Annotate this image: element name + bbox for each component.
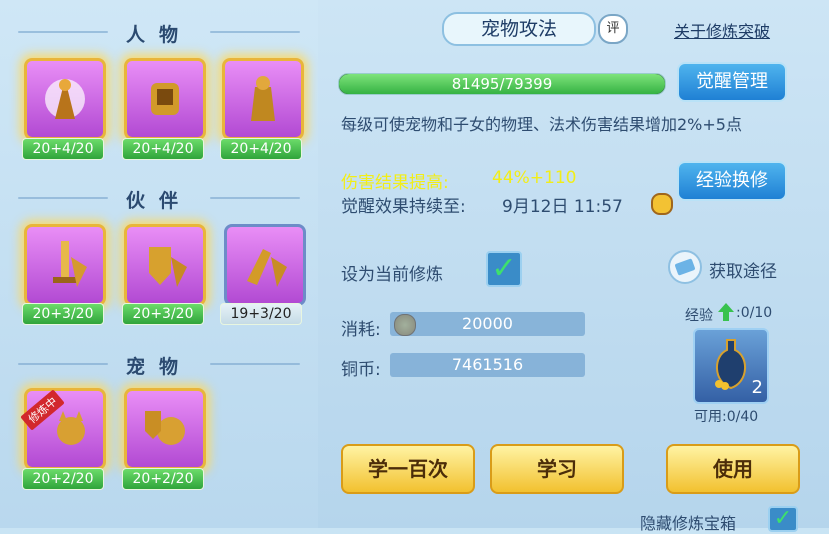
bonus-value: 44%+110 <box>492 168 577 188</box>
character-slot-2-level: 20+4/20 <box>122 138 204 160</box>
hide-box-label: 隐藏修炼宝箱 <box>640 514 737 533</box>
learn-button[interactable]: 学习 <box>490 444 624 494</box>
pet-cat-shield-icon <box>145 411 185 445</box>
character-slot-1[interactable] <box>24 58 106 140</box>
cost-value: 20000 <box>390 312 585 336</box>
pet-slot-1-level: 20+2/20 <box>22 468 104 490</box>
arrow-up-icon <box>718 303 734 321</box>
pet-slot-2-level: 20+2/20 <box>122 468 204 490</box>
rate-button[interactable]: 评 <box>598 14 628 44</box>
skill-title: 宠物攻法 <box>442 12 596 46</box>
hide-box-checkbox[interactable]: ✓ <box>768 506 798 532</box>
armor-warrior-icon <box>251 76 275 121</box>
section-title-character: 人物 <box>0 20 318 47</box>
awaken-manage-button[interactable]: 觉醒管理 <box>677 62 787 102</box>
item-usable: 可用:0/40 <box>694 409 759 425</box>
skill-description: 每级可使宠物和子女的物理、法术伤害结果增加2%+5点 <box>341 115 742 134</box>
sword-icon <box>53 241 87 287</box>
exp-progress-text: 81495/79399 <box>451 75 553 93</box>
partner-slot-1-level: 20+3/20 <box>22 303 104 325</box>
pet-slot-1[interactable]: 修炼中 <box>20 388 106 470</box>
section-title-pet: 宠物 <box>0 352 318 379</box>
cost-label: 消耗: <box>341 320 381 340</box>
breakthrough-link[interactable]: 关于修炼突破 <box>674 18 770 42</box>
duration-value: 9月12日 11:57 <box>502 197 623 217</box>
left-category-column: 人物 20+4/20 20+4/20 20+4/20 伙伴 20+3/20 20… <box>0 0 318 528</box>
partner-slot-2[interactable] <box>124 224 206 306</box>
character-slot-2[interactable] <box>124 58 206 140</box>
set-current-label: 设为当前修炼 <box>341 265 443 285</box>
item-count: 2 <box>751 377 763 398</box>
character-slot-3[interactable] <box>222 58 304 140</box>
set-current-checkbox[interactable]: ✓ <box>486 251 522 287</box>
gauntlet-icon <box>247 249 287 287</box>
shield-warrior-icon <box>151 83 179 115</box>
item-exp-label: 经验 <box>685 308 713 324</box>
vase-icon <box>715 339 746 390</box>
partner-slot-1[interactable] <box>24 224 106 306</box>
copper-value: 7461516 <box>390 353 585 377</box>
use-button[interactable]: 使用 <box>666 444 800 494</box>
partner-slot-2-level: 20+3/20 <box>122 303 204 325</box>
pet-slot-2[interactable] <box>124 388 206 470</box>
duration-label: 觉醒效果持续至: <box>341 197 466 217</box>
cultivation-panel: 人物 20+4/20 20+4/20 20+4/20 伙伴 20+3/20 20… <box>0 0 829 533</box>
partner-slot-3-level: 19+3/20 <box>220 303 302 325</box>
section-title-partner: 伙伴 <box>0 186 318 213</box>
warrior-icon <box>45 79 85 119</box>
bonus-label: 伤害结果提高: <box>341 173 449 193</box>
partner-slot-3[interactable] <box>224 224 306 306</box>
character-slot-1-level: 20+4/20 <box>22 138 104 160</box>
obtain-link[interactable]: 获取途径 <box>709 257 777 282</box>
training-item-slot[interactable]: 2 <box>693 328 769 404</box>
character-slot-3-level: 20+4/20 <box>220 138 302 160</box>
item-exp-value: :0/10 <box>736 305 773 321</box>
clock-icon <box>651 193 673 215</box>
exp-progress-bar: 81495/79399 <box>338 73 666 95</box>
learn-100-button[interactable]: 学一百次 <box>341 444 475 494</box>
obtain-icon[interactable] <box>668 250 702 284</box>
shield-icon <box>149 247 187 287</box>
exp-exchange-button[interactable]: 经验换修 <box>677 161 787 201</box>
copper-label: 铜币: <box>341 360 381 380</box>
